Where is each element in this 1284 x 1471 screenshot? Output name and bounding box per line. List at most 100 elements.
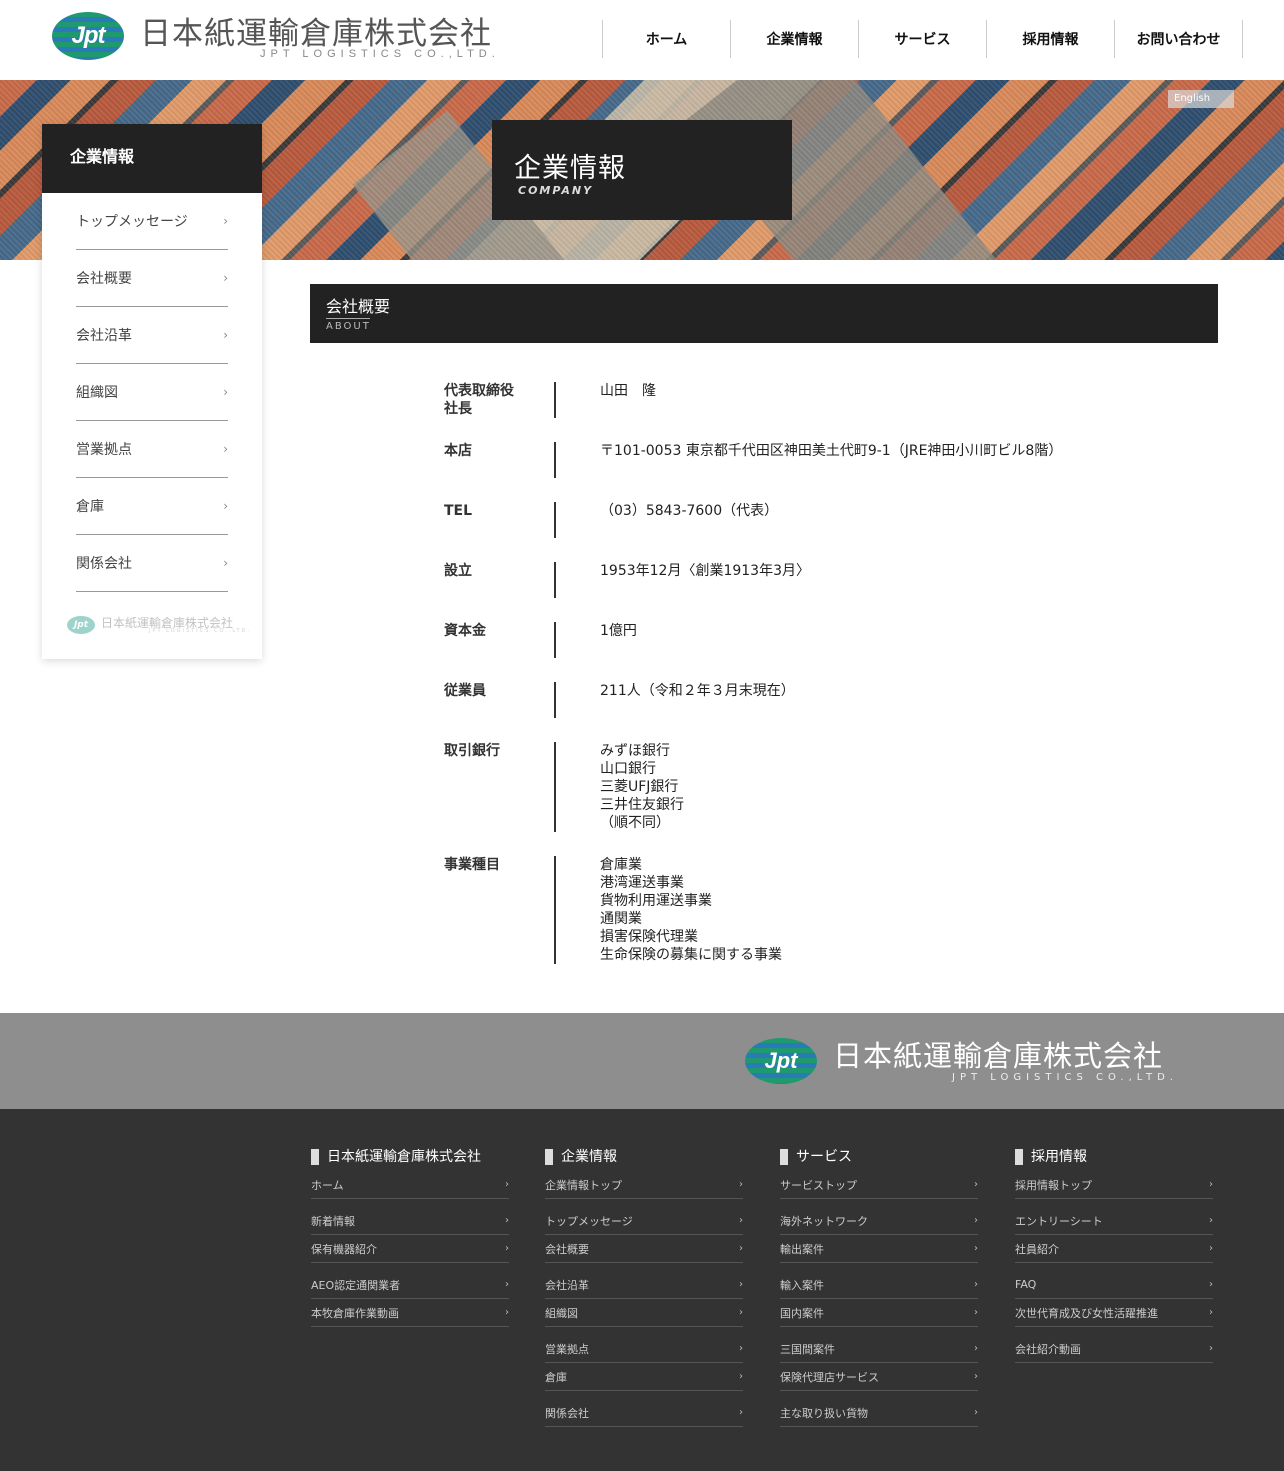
- nav-company[interactable]: 企業情報: [731, 20, 859, 58]
- footer-link[interactable]: 輸出案件 ›: [780, 1235, 978, 1263]
- sidebar: 企業情報 トップメッセージ › 会社概要 › 会社沿革 › 組織図 › 営業拠点 › 倉庫…: [42, 124, 262, 659]
- chevron-right-icon: ›: [739, 1307, 743, 1318]
- info-value: 倉庫業 港湾運送事業 貨物利用運送事業 通関業 損害保険代理業 生命保険の募集に…: [600, 857, 782, 963]
- footer-link[interactable]: 海外ネットワーク ›: [780, 1207, 978, 1235]
- chevron-right-icon: ›: [1209, 1279, 1213, 1290]
- footer-col-corporate: 企業情報 企業情報トップ › トップメッセージ › 会社概要 › 会社沿革 › 組織図 ›…: [545, 1149, 743, 1427]
- chevron-right-icon: ›: [739, 1215, 743, 1226]
- footer-link[interactable]: 国内案件 ›: [780, 1299, 978, 1327]
- footer-link[interactable]: 会社紹介動画 ›: [1015, 1335, 1213, 1363]
- chevron-right-icon: ›: [739, 1243, 743, 1254]
- nav-recruit[interactable]: 採用情報: [987, 20, 1115, 58]
- footer-link[interactable]: 会社概要 ›: [545, 1235, 743, 1263]
- nav-contact[interactable]: お問い合わせ: [1115, 20, 1243, 58]
- footer-col-company: 日本紙運輸倉庫株式会社 ホーム › 新着情報 › 保有機器紹介 › AEO認定通関業者…: [311, 1149, 509, 1327]
- footer-link[interactable]: 保険代理店サービス ›: [780, 1363, 978, 1391]
- info-value: 1953年12月〈創業1913年3月〉: [600, 563, 810, 579]
- chevron-right-icon: ›: [1209, 1243, 1213, 1254]
- chevron-right-icon: ›: [974, 1179, 978, 1190]
- footer-link[interactable]: 保有機器紹介 ›: [311, 1235, 509, 1263]
- sidebar-item-organization[interactable]: 組織図 ›: [76, 364, 228, 421]
- info-label: 資本金: [444, 623, 486, 639]
- chevron-right-icon: ›: [739, 1343, 743, 1354]
- info-label: 本店: [444, 443, 472, 459]
- footer-link[interactable]: 関係会社 ›: [545, 1399, 743, 1427]
- footer-logo-band: Jpt 日本紙運輸倉庫株式会社 JPT LOGISTICS CO.,LTD.: [0, 1013, 1284, 1109]
- chevron-right-icon: ›: [223, 328, 228, 342]
- footer-link[interactable]: 三国間案件 ›: [780, 1335, 978, 1363]
- footer-link[interactable]: 採用情報トップ ›: [1015, 1171, 1213, 1199]
- chevron-right-icon: ›: [974, 1343, 978, 1354]
- info-row-established: 設立 1953年12月〈創業1913年3月〉: [444, 562, 1224, 598]
- footer-link[interactable]: サービストップ ›: [780, 1171, 978, 1199]
- footer-col-heading: 日本紙運輸倉庫株式会社: [311, 1149, 509, 1165]
- chevron-right-icon: ›: [974, 1371, 978, 1382]
- footer-link[interactable]: 企業情報トップ ›: [545, 1171, 743, 1199]
- chevron-right-icon: ›: [739, 1407, 743, 1418]
- info-value: 〒101-0053 東京都千代田区神田美土代町9-1（JRE神田小川町ビル8階）: [600, 443, 1063, 459]
- chevron-right-icon: ›: [223, 499, 228, 513]
- footer-link[interactable]: トップメッセージ ›: [545, 1207, 743, 1235]
- footer-link[interactable]: 新着情報 ›: [311, 1207, 509, 1235]
- chevron-right-icon: ›: [739, 1179, 743, 1190]
- info-row-president: 代表取締役 社長 山田 隆: [444, 382, 1224, 418]
- footer-link[interactable]: 本牧倉庫作業動画 ›: [311, 1299, 509, 1327]
- footer-col-heading: 企業情報: [545, 1149, 743, 1165]
- hero-title-box: 企業情報 COMPANY: [492, 120, 792, 220]
- footer-link[interactable]: 倉庫 ›: [545, 1363, 743, 1391]
- footer-link[interactable]: 組織図 ›: [545, 1299, 743, 1327]
- sidebar-item-about[interactable]: 会社概要 ›: [76, 250, 228, 307]
- footer-col-heading: サービス: [780, 1149, 978, 1165]
- chevron-right-icon: ›: [505, 1215, 509, 1226]
- section-divider: [326, 318, 370, 319]
- footer-link[interactable]: 次世代育成及び女性活躍推進 ›: [1015, 1299, 1213, 1327]
- footer-link[interactable]: 営業拠点 ›: [545, 1335, 743, 1363]
- chevron-right-icon: ›: [505, 1243, 509, 1254]
- footer-link[interactable]: エントリーシート ›: [1015, 1207, 1213, 1235]
- chevron-right-icon: ›: [974, 1279, 978, 1290]
- info-row-head-office: 本店 〒101-0053 東京都千代田区神田美土代町9-1（JRE神田小川町ビル…: [444, 442, 1224, 478]
- footer-link[interactable]: 社員紹介 ›: [1015, 1235, 1213, 1263]
- chevron-right-icon: ›: [223, 556, 228, 570]
- sidebar-item-warehouse[interactable]: 倉庫 ›: [76, 478, 228, 535]
- footer-link[interactable]: FAQ ›: [1015, 1271, 1213, 1299]
- info-value: 1億円: [600, 623, 637, 639]
- info-value: みずほ銀行 山口銀行 三菱UFJ銀行 三井住友銀行 （順不同）: [600, 743, 684, 831]
- chevron-right-icon: ›: [739, 1279, 743, 1290]
- footer-link[interactable]: AEO認定通関業者 ›: [311, 1271, 509, 1299]
- nav-services[interactable]: サービス: [859, 20, 987, 58]
- info-value: （03）5843-7600（代表）: [600, 503, 779, 519]
- section-title: 会社概要: [326, 297, 391, 316]
- info-label: 代表取締役 社長: [444, 383, 514, 417]
- sidebar-item-history[interactable]: 会社沿革 ›: [76, 307, 228, 364]
- sidebar-item-top-message[interactable]: トップメッセージ ›: [76, 193, 228, 250]
- footer-link[interactable]: 会社沿革 ›: [545, 1271, 743, 1299]
- chevron-right-icon: ›: [974, 1215, 978, 1226]
- info-row-capital: 資本金 1億円: [444, 622, 1224, 658]
- chevron-right-icon: ›: [505, 1307, 509, 1318]
- chevron-right-icon: ›: [1209, 1215, 1213, 1226]
- footer-col-recruit: 採用情報 採用情報トップ › エントリーシート › 社員紹介 › FAQ › 次世代育成…: [1015, 1149, 1213, 1363]
- sidebar-menu: トップメッセージ › 会社概要 › 会社沿革 › 組織図 › 営業拠点 › 倉庫 › 関係会…: [76, 193, 228, 592]
- company-info-table: 代表取締役 社長 山田 隆 本店 〒101-0053 東京都千代田区神田美土代町…: [444, 382, 1224, 988]
- footer-col-heading: 採用情報: [1015, 1149, 1213, 1165]
- info-label: 事業種目: [444, 857, 500, 873]
- chevron-right-icon: ›: [1209, 1343, 1213, 1354]
- nav-home[interactable]: ホーム: [603, 20, 731, 58]
- sidebar-item-offices[interactable]: 営業拠点 ›: [76, 421, 228, 478]
- chevron-right-icon: ›: [223, 385, 228, 399]
- chevron-right-icon: ›: [1209, 1307, 1213, 1318]
- hero-title: 企業情報: [514, 153, 626, 184]
- footer-col-services: サービス サービストップ › 海外ネットワーク › 輸出案件 › 輸入案件 › 国内案件…: [780, 1149, 978, 1427]
- section-subtitle: ABOUT: [326, 321, 371, 332]
- footer-link[interactable]: ホーム ›: [311, 1171, 509, 1199]
- chevron-right-icon: ›: [505, 1279, 509, 1290]
- footer-link[interactable]: 主な取り扱い貨物 ›: [780, 1399, 978, 1427]
- info-label: TEL: [444, 503, 473, 519]
- info-row-tel: TEL （03）5843-7600（代表）: [444, 502, 1224, 538]
- info-label: 取引銀行: [444, 743, 500, 759]
- footer-link[interactable]: 輸入案件 ›: [780, 1271, 978, 1299]
- sidebar-item-affiliates[interactable]: 関係会社 ›: [76, 535, 228, 592]
- english-link[interactable]: English: [1168, 90, 1234, 108]
- site-logo[interactable]: Jpt 日本紙運輸倉庫株式会社 JPT LOGISTICS CO.,LTD.: [52, 10, 495, 66]
